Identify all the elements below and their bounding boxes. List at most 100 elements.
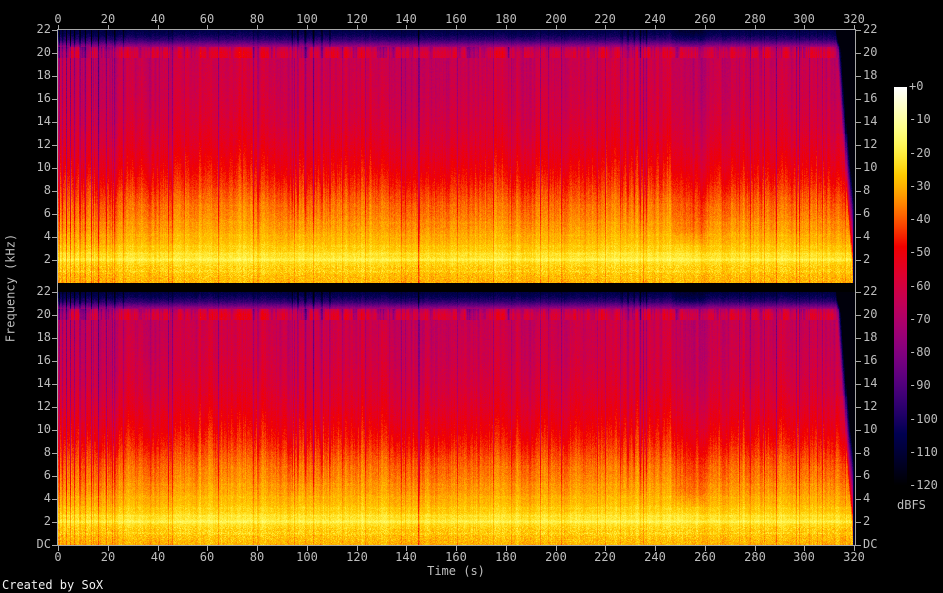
time-tick-label-bottom: 140 xyxy=(395,550,417,564)
sox-spectrogram-figure: 0 0 20 20 40 40 60 60 80 80 100 100 120 120 140 140 160 1… xyxy=(0,0,943,593)
time-tick-label-top: 40 xyxy=(150,12,166,26)
freq-tick-mark-left xyxy=(52,191,57,192)
freq-tick-mark-left xyxy=(52,361,57,362)
freq-tick-mark-right xyxy=(856,237,861,238)
time-tick-label-top: 260 xyxy=(694,12,716,26)
time-tick-label-bottom: 300 xyxy=(793,550,815,564)
freq-tick-label-right: 16 xyxy=(863,91,878,105)
freq-tick-label-right: 18 xyxy=(863,330,878,344)
colorbar-gradient xyxy=(894,87,907,486)
freq-tick-label-right: 4 xyxy=(863,229,871,243)
freq-tick-label-right: 4 xyxy=(863,491,871,505)
freq-tick-label-left: 6 xyxy=(43,468,51,482)
freq-tick-mark-right xyxy=(856,453,861,454)
freq-tick-mark-left xyxy=(52,315,57,316)
freq-tick-label-left: 14 xyxy=(36,376,51,390)
freq-tick-mark-right xyxy=(856,430,861,431)
db-tick-label: -20 xyxy=(909,146,931,160)
freq-tick-label-right: 8 xyxy=(863,183,871,197)
freq-tick-label-right: 22 xyxy=(863,284,878,298)
freq-tick-mark-right xyxy=(856,76,861,77)
time-tick-label-top: 160 xyxy=(445,12,467,26)
time-tick-label-bottom: 220 xyxy=(594,550,616,564)
freq-tick-label-right: 22 xyxy=(863,22,878,36)
freq-tick-label-right: 18 xyxy=(863,68,878,82)
time-tick-label-bottom: 100 xyxy=(296,550,318,564)
time-tick-label-top: 80 xyxy=(249,12,265,26)
freq-tick-mark-left xyxy=(52,76,57,77)
x-axis-title: Time (s) xyxy=(427,564,485,578)
freq-tick-mark-left xyxy=(52,99,57,100)
freq-tick-mark-left xyxy=(52,168,57,169)
freq-tick-mark-right xyxy=(856,145,861,146)
freq-tick-label-left: 22 xyxy=(36,22,51,36)
time-tick-label-top: 300 xyxy=(793,12,815,26)
freq-tick-label-right: 2 xyxy=(863,514,871,528)
time-tick-label-bottom: 20 xyxy=(100,550,116,564)
freq-tick-label-left: 10 xyxy=(36,160,51,174)
db-tick-label: -100 xyxy=(909,412,938,426)
freq-tick-mark-right xyxy=(856,545,861,546)
freq-tick-mark-left xyxy=(52,499,57,500)
time-tick-label-top: 100 xyxy=(296,12,318,26)
db-tick-label: -110 xyxy=(909,445,938,459)
freq-tick-label-left: 14 xyxy=(36,114,51,128)
db-tick-label: -120 xyxy=(909,478,938,492)
freq-tick-mark-left xyxy=(52,338,57,339)
time-tick-label-bottom: 160 xyxy=(445,550,467,564)
spectrogram-panel-right-channel xyxy=(58,292,855,545)
freq-tick-label-right: 20 xyxy=(863,307,878,321)
time-tick-label-bottom: 80 xyxy=(249,550,265,564)
freq-tick-mark-right xyxy=(856,522,861,523)
freq-tick-mark-right xyxy=(856,99,861,100)
db-tick-label: -90 xyxy=(909,378,931,392)
freq-tick-label-right: 6 xyxy=(863,468,871,482)
freq-tick-mark-right xyxy=(856,30,861,31)
freq-tick-mark-right xyxy=(856,315,861,316)
freq-tick-label-right: 6 xyxy=(863,206,871,220)
colorbar-title: dBFS xyxy=(897,498,926,512)
db-tick-label: -80 xyxy=(909,345,931,359)
freq-tick-label-right: 20 xyxy=(863,45,878,59)
plot-frame-left xyxy=(57,29,58,546)
freq-tick-mark-left xyxy=(52,522,57,523)
freq-tick-label-left: 10 xyxy=(36,422,51,436)
freq-tick-label-right: 14 xyxy=(863,114,878,128)
y-axis-title: Frequency (kHz) xyxy=(3,233,18,343)
time-tick-label-bottom: 60 xyxy=(199,550,215,564)
db-tick-label: -30 xyxy=(909,179,931,193)
freq-tick-mark-left xyxy=(52,292,57,293)
freq-tick-mark-right xyxy=(856,292,861,293)
freq-tick-label-right: 10 xyxy=(863,160,878,174)
db-tick-label: -50 xyxy=(909,245,931,259)
freq-tick-label-left: 6 xyxy=(43,206,51,220)
freq-tick-label-left: 16 xyxy=(36,353,51,367)
freq-tick-mark-right xyxy=(856,168,861,169)
freq-tick-label-right: DC xyxy=(863,537,878,551)
freq-tick-mark-right xyxy=(856,407,861,408)
freq-tick-label-right: 12 xyxy=(863,399,878,413)
freq-tick-label-right: 10 xyxy=(863,422,878,436)
freq-tick-label-left: 8 xyxy=(43,183,51,197)
freq-tick-label-right: 14 xyxy=(863,376,878,390)
freq-tick-mark-left xyxy=(52,214,57,215)
freq-tick-mark-right xyxy=(856,260,861,261)
freq-tick-mark-right xyxy=(856,191,861,192)
freq-tick-mark-right xyxy=(856,338,861,339)
freq-tick-label-left: 12 xyxy=(36,137,51,151)
time-tick-label-top: 280 xyxy=(744,12,766,26)
time-tick-label-top: 140 xyxy=(395,12,417,26)
freq-tick-mark-left xyxy=(52,237,57,238)
db-tick-label: -70 xyxy=(909,312,931,326)
db-tick-label: -10 xyxy=(909,112,931,126)
freq-tick-mark-left xyxy=(52,145,57,146)
freq-tick-label-left: 2 xyxy=(43,514,51,528)
freq-tick-mark-left xyxy=(52,30,57,31)
freq-tick-mark-right xyxy=(856,476,861,477)
freq-tick-mark-left xyxy=(52,545,57,546)
freq-tick-label-right: 12 xyxy=(863,137,878,151)
freq-tick-mark-left xyxy=(52,260,57,261)
time-tick-label-top: 60 xyxy=(199,12,215,26)
freq-tick-mark-left xyxy=(52,430,57,431)
freq-tick-mark-right xyxy=(856,122,861,123)
